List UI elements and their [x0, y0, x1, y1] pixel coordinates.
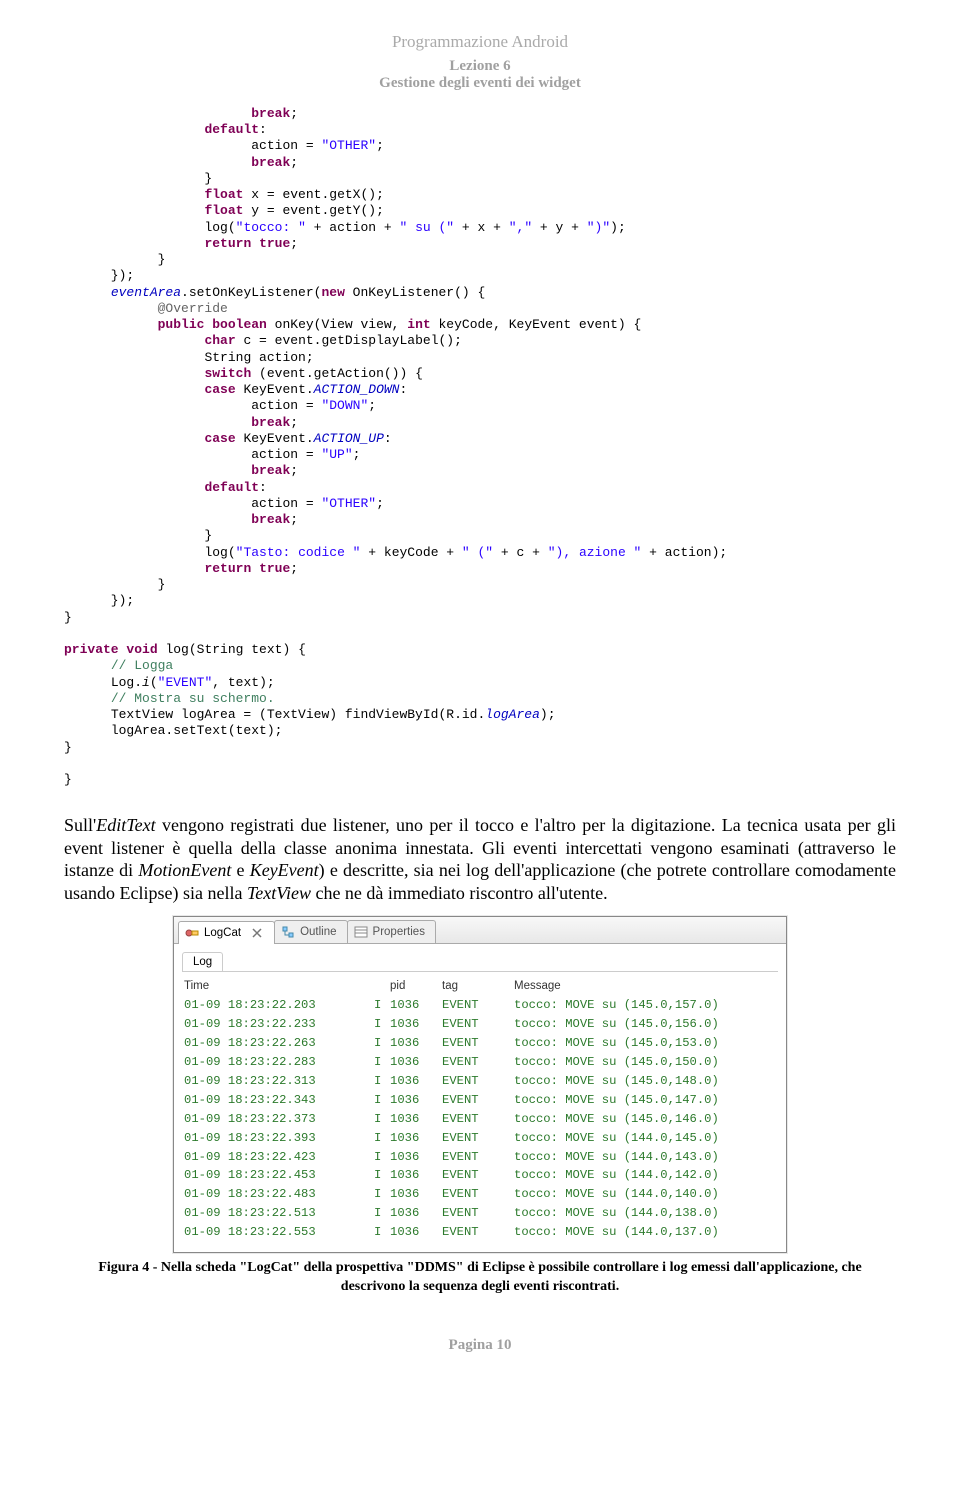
table-row[interactable]: 01-09 18:23:22.453I1036EVENTtocco: MOVE …	[182, 1166, 778, 1185]
table-row[interactable]: 01-09 18:23:22.423I1036EVENTtocco: MOVE …	[182, 1148, 778, 1167]
tab-label: Properties	[373, 926, 425, 938]
table-headers: Time pid tag Message	[182, 976, 778, 996]
table-row[interactable]: 01-09 18:23:22.483I1036EVENTtocco: MOVE …	[182, 1185, 778, 1204]
header-program: Programmazione Android	[64, 30, 896, 54]
table-row[interactable]: 01-09 18:23:22.373I1036EVENTtocco: MOVE …	[182, 1110, 778, 1129]
header-pid[interactable]: pid	[390, 980, 442, 992]
table-row[interactable]: 01-09 18:23:22.263I1036EVENTtocco: MOVE …	[182, 1034, 778, 1053]
table-row[interactable]: 01-09 18:23:22.313I1036EVENTtocco: MOVE …	[182, 1072, 778, 1091]
logcat-panel: LogCat Outline Properties	[173, 916, 787, 1253]
table-row[interactable]: 01-09 18:23:22.233I1036EVENTtocco: MOVE …	[182, 1015, 778, 1034]
header-message[interactable]: Message	[514, 980, 778, 992]
editor-tabs: LogCat Outline Properties	[174, 917, 786, 944]
header-subtitle: Gestione degli eventi dei widget	[64, 75, 896, 92]
body-paragraph: Sull'EditText vengono registrati due lis…	[64, 814, 896, 904]
tab-logcat[interactable]: LogCat	[178, 921, 275, 944]
table-row[interactable]: 01-09 18:23:22.513I1036EVENTtocco: MOVE …	[182, 1204, 778, 1223]
figure-caption: Figura 4 - Nella scheda "LogCat" della p…	[84, 1259, 876, 1297]
tab-label: Outline	[300, 926, 336, 938]
page-footer: Pagina 10	[64, 1337, 896, 1354]
subtab-log[interactable]: Log	[182, 952, 223, 971]
tab-properties[interactable]: Properties	[347, 920, 436, 943]
close-icon[interactable]	[250, 926, 264, 940]
table-row[interactable]: 01-09 18:23:22.553I1036EVENTtocco: MOVE …	[182, 1223, 778, 1242]
table-row[interactable]: 01-09 18:23:22.393I1036EVENTtocco: MOVE …	[182, 1129, 778, 1148]
header-time[interactable]: Time	[184, 980, 374, 992]
header-lesson: Lezione 6	[64, 58, 896, 75]
properties-icon	[354, 925, 368, 939]
tab-outline[interactable]: Outline	[274, 920, 347, 943]
outline-icon	[281, 925, 295, 939]
logcat-icon	[185, 926, 199, 940]
table-row[interactable]: 01-09 18:23:22.203I1036EVENTtocco: MOVE …	[182, 996, 778, 1015]
table-row[interactable]: 01-09 18:23:22.283I1036EVENTtocco: MOVE …	[182, 1053, 778, 1072]
table-row[interactable]: 01-09 18:23:22.343I1036EVENTtocco: MOVE …	[182, 1091, 778, 1110]
header-tag[interactable]: tag	[442, 980, 514, 992]
tab-label: LogCat	[204, 927, 241, 939]
code-snippet: break; default: action = "OTHER"; break;…	[64, 106, 896, 789]
